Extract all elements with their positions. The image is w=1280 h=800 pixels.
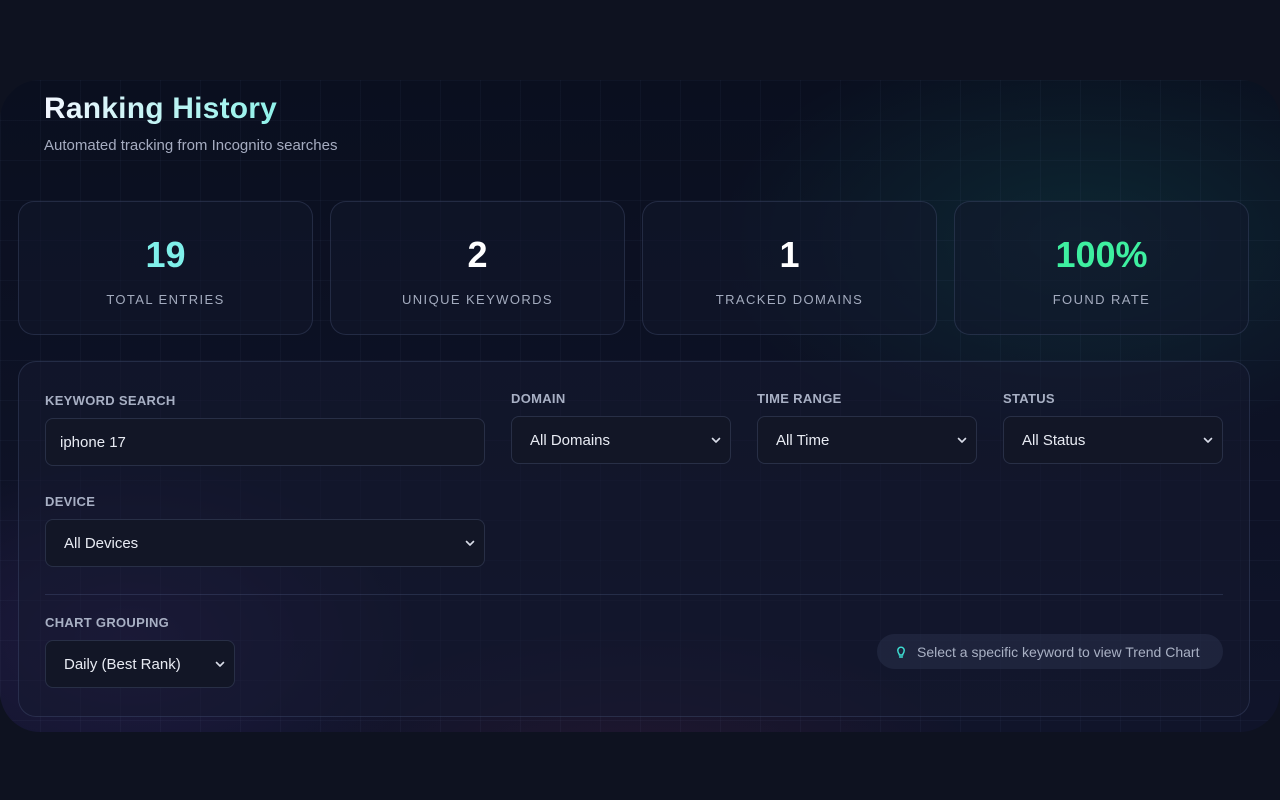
stat-label: FOUND RATE (1052, 292, 1151, 307)
stat-value: 19 (145, 234, 186, 275)
hint-text: Select a specific keyword to view Trend … (917, 643, 1200, 660)
chart-grouping-label: CHART GROUPING (45, 615, 170, 630)
stat-label: TOTAL ENTRIES (106, 292, 225, 307)
stat-card-tracked-domains: 1 TRACKED DOMAINS (642, 201, 937, 335)
status-label: STATUS (1003, 391, 1055, 406)
device-label: DEVICE (45, 494, 96, 509)
chevron-down-icon (465, 540, 475, 546)
chevron-down-icon (711, 437, 721, 443)
time-range-selected: All Time (776, 431, 830, 449)
ranking-history-panel: Ranking History Automated tracking from … (0, 80, 1280, 732)
device-selected: All Devices (64, 534, 139, 552)
stat-label: TRACKED DOMAINS (715, 292, 864, 307)
stat-value: 2 (467, 234, 488, 275)
stat-value: 1 (779, 234, 800, 275)
page-subtitle: Automated tracking from Incognito search… (44, 137, 338, 154)
trend-chart-hint: Select a specific keyword to view Trend … (877, 634, 1223, 669)
stat-label: UNIQUE KEYWORDS (401, 292, 553, 307)
device-select[interactable]: All Devices (45, 519, 485, 567)
chart-grouping-select[interactable]: Daily (Best Rank) (45, 640, 235, 688)
domain-select[interactable]: All Domains (511, 416, 731, 464)
chevron-down-icon (215, 661, 225, 667)
time-range-select[interactable]: All Time (757, 416, 977, 464)
page-title: Ranking History (44, 92, 278, 125)
time-range-label: TIME RANGE (757, 391, 842, 406)
stat-value: 100% (1055, 234, 1148, 275)
keyword-search-label: KEYWORD SEARCH (45, 393, 176, 408)
status-select[interactable]: All Status (1003, 416, 1223, 464)
section-divider (45, 594, 1223, 595)
lightbulb-icon (897, 646, 905, 658)
keyword-search-input[interactable]: iphone 17 (45, 418, 485, 466)
status-selected: All Status (1022, 431, 1086, 449)
stat-card-total-entries: 19 TOTAL ENTRIES (18, 201, 313, 335)
chart-grouping-selected: Daily (Best Rank) (64, 655, 181, 673)
domain-selected: All Domains (530, 431, 611, 449)
keyword-search-value: iphone 17 (60, 433, 126, 451)
chevron-down-icon (957, 437, 967, 443)
stat-card-found-rate: 100% FOUND RATE (954, 201, 1249, 335)
chevron-down-icon (1203, 437, 1213, 443)
stat-card-unique-keywords: 2 UNIQUE KEYWORDS (330, 201, 625, 335)
domain-label: DOMAIN (511, 391, 566, 406)
filters-section: KEYWORD SEARCH iphone 17 DOMAIN All Doma… (18, 361, 1250, 717)
